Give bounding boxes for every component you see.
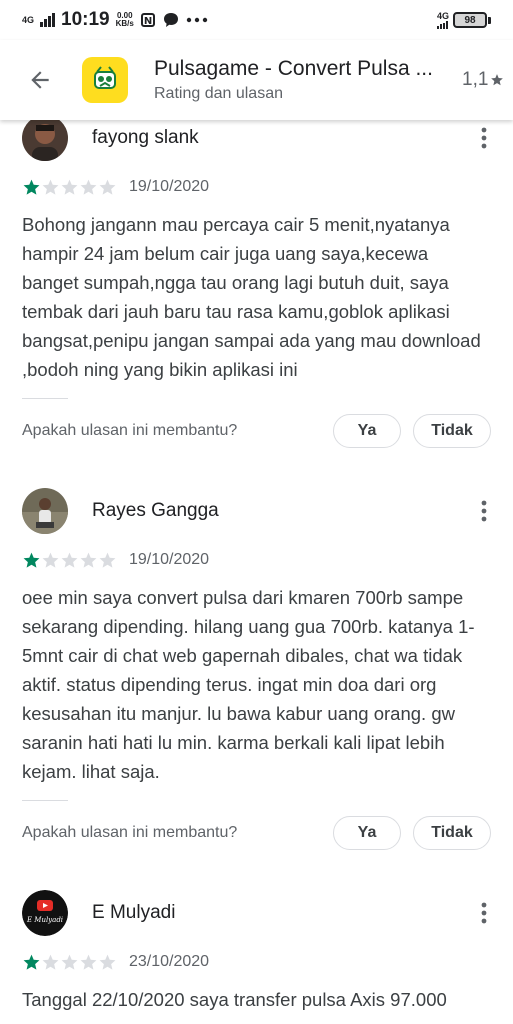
review-date: 19/10/2020 (129, 178, 210, 195)
reviewer-name: fayong slank (92, 127, 199, 148)
reviewer-name: E Mulyadi (92, 902, 176, 923)
reviewer-name: Rayes Gangga (92, 500, 219, 521)
review-menu-button[interactable] (455, 482, 513, 540)
helpful-question: Apakah ulasan ini membantu? (22, 422, 238, 439)
helpful-question: Apakah ulasan ini membantu? (22, 824, 238, 841)
helpful-no-button[interactable]: Tidak (413, 816, 491, 850)
more-vert-icon (481, 127, 487, 149)
signal-icon-right (437, 20, 449, 29)
clock: 10:19 (61, 9, 110, 30)
star-rating (22, 551, 117, 570)
star-empty-icon (42, 179, 59, 195)
star-empty-icon (42, 954, 59, 970)
chat-bubble-icon (162, 11, 180, 29)
review-text: Bohong jangann mau percaya cair 5 menit,… (22, 214, 481, 380)
review-date: 19/10/2020 (129, 551, 210, 568)
star-empty-icon (61, 552, 78, 568)
svg-text:E Mulyadi: E Mulyadi (26, 916, 63, 924)
star-empty-icon (99, 552, 116, 568)
more-vert-icon (481, 902, 487, 924)
arrow-back-icon (31, 71, 49, 89)
more-dots-icon (186, 17, 208, 23)
review-item: Rayes Gangga 19/10/2020 oee min saya con… (0, 473, 513, 865)
review-text: Tanggal 22/10/2020 saya transfer pulsa A… (22, 989, 447, 1010)
network-speed: 0.00 KB/s (116, 12, 134, 28)
rating-value: 1,1 (462, 69, 489, 90)
review-date: 23/10/2020 (129, 953, 210, 970)
star-empty-icon (61, 179, 78, 195)
star-rating (22, 178, 117, 197)
review-item: E Mulyadi E Mulyadi 23/10/2020 Tanggal 2… (0, 875, 513, 1014)
star-filled-icon (23, 552, 40, 568)
avatar: E Mulyadi (22, 890, 68, 936)
right-network: 4G (437, 11, 449, 29)
star-empty-icon (61, 954, 78, 970)
star-empty-icon (42, 552, 59, 568)
star-rating (22, 953, 117, 972)
battery-icon: 98 (453, 12, 491, 28)
notification-icon: N (140, 12, 156, 28)
review-list: fayong slank 19/10/2020 Bohong jangann m… (0, 100, 513, 1014)
star-empty-icon (80, 179, 97, 195)
star-filled-icon (23, 179, 40, 195)
helpful-yes-button[interactable]: Ya (333, 816, 401, 850)
status-bar: 4G 10:19 0.00 KB/s N 4G 98 (0, 0, 513, 40)
helpful-no-button[interactable]: Tidak (413, 414, 491, 448)
network-type: 4G (22, 14, 35, 25)
more-vert-icon (481, 500, 487, 522)
app-title: Pulsagame - Convert Pulsa ... (154, 57, 433, 80)
app-icon (82, 57, 128, 103)
star-empty-icon (80, 954, 97, 970)
app-bar: Pulsagame - Convert Pulsa ... Rating dan… (0, 40, 513, 120)
battery-level: 98 (453, 12, 487, 28)
star-icon (491, 74, 504, 86)
star-empty-icon (80, 552, 97, 568)
helpful-yes-button[interactable]: Ya (333, 414, 401, 448)
star-filled-icon (23, 954, 40, 970)
review-item: fayong slank 19/10/2020 Bohong jangann m… (0, 100, 513, 463)
star-empty-icon (99, 179, 116, 195)
review-menu-button[interactable] (455, 884, 513, 942)
speed-unit: KB/s (115, 19, 134, 28)
page-subtitle: Rating dan ulasan (154, 85, 283, 102)
signal-icon (40, 13, 56, 27)
avatar (22, 488, 68, 534)
svg-text:N: N (144, 16, 152, 27)
star-empty-icon (99, 954, 116, 970)
back-button[interactable] (0, 40, 80, 120)
review-text: oee min saya convert pulsa dari kmaren 7… (22, 587, 475, 782)
avatar (22, 115, 68, 161)
app-rating: 1,1 (462, 69, 504, 91)
